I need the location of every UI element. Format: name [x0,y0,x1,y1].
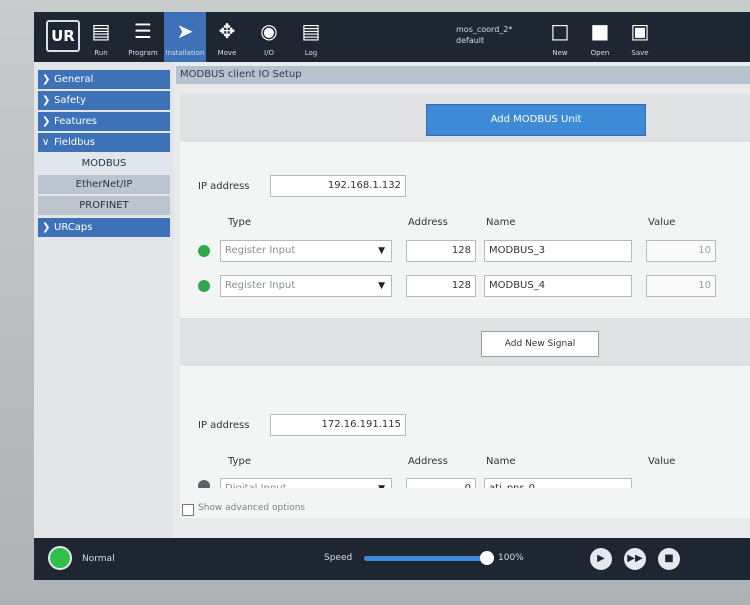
signal-status-indicator [198,480,210,488]
dropdown-arrow-icon: ▼ [378,479,385,488]
program-info: mos_coord_2* default [456,24,512,46]
signal-status-indicator [198,245,210,257]
play-icon: ▶ [597,553,605,564]
chevron-right-icon: ❯ [42,222,51,233]
type-header: Type [228,456,251,467]
sidebar-sub-ethernet-ip[interactable]: EtherNet/IP [38,175,170,194]
sidebar-sub-profinet[interactable]: PROFINET [38,196,170,215]
step-button[interactable]: ▶▶ [624,548,646,570]
signal-type-select[interactable]: Register Input ▼ [220,275,392,297]
log-icon: ▤ [301,19,321,43]
show-advanced-checkbox[interactable] [182,504,194,516]
teach-pendant-screen: UR ▤ Run ☰ Program ➤ Installation ✥ Move… [34,12,750,580]
type-header: Type [228,217,251,228]
sidebar-item-urcaps[interactable]: ❯ URCaps [38,218,170,237]
ip-address-label: IP address [198,420,250,431]
sidebar-sub-modbus[interactable]: MODBUS [38,154,170,173]
chevron-right-icon: ❯ [42,116,51,127]
ip-address-label: IP address [198,181,250,192]
add-signal-band [180,318,750,366]
signal-type-select[interactable]: Digital Input ▼ [220,478,392,488]
ip-address-field[interactable]: 172.16.191.115 [270,414,406,436]
chevron-right-icon: ❯ [42,95,51,106]
new-button[interactable]: □ New [542,12,578,62]
name-header: Name [486,217,516,228]
signal-row-clip: Digital Input ▼ 0 ati_pnr_0 [180,476,750,488]
add-new-signal-button[interactable]: Add New Signal [481,331,599,357]
io-icon: ◉ [260,19,278,43]
top-toolbar: UR ▤ Run ☰ Program ➤ Installation ✥ Move… [34,12,750,62]
tab-io[interactable]: ◉ I/O [248,12,290,62]
address-header: Address [408,456,448,467]
signal-status-indicator [198,280,210,292]
breadcrumb: MODBUS client IO Setup [176,66,750,84]
speed-value: 100% [498,553,524,563]
sidebar-item-fieldbus[interactable]: ∨ Fieldbus [38,133,170,152]
step-icon: ▶▶ [627,553,643,564]
open-button[interactable]: ■ Open [582,12,618,62]
signal-address-field[interactable]: 0 [406,478,476,488]
chevron-right-icon: ❯ [42,74,51,85]
value-header: Value [648,456,676,467]
modbus-panel [180,94,750,518]
tab-move[interactable]: ✥ Move [206,12,248,62]
stop-icon: ■ [664,553,674,564]
status-text: Normal [82,554,115,564]
tab-installation[interactable]: ➤ Installation [164,12,206,62]
new-file-icon: □ [550,19,570,43]
signal-name-field[interactable]: ati_pnr_0 [484,478,632,488]
signal-value-field: 10 [646,240,716,262]
name-header: Name [486,456,516,467]
speed-slider[interactable] [364,556,488,561]
value-header: Value [648,217,676,228]
save-icon: ▣ [630,19,650,43]
signal-address-field[interactable]: 128 [406,240,476,262]
sidebar-item-safety[interactable]: ❯ Safety [38,91,170,110]
status-footer: Normal Speed 100% ▶ ▶▶ ■ [34,538,750,580]
add-modbus-unit-button[interactable]: Add MODBUS Unit [426,104,646,136]
signal-type-select[interactable]: Register Input ▼ [220,240,392,262]
ip-address-field[interactable]: 192.168.1.132 [270,175,406,197]
program-icon: ☰ [134,19,152,43]
speed-label: Speed [324,553,353,563]
tab-log[interactable]: ▤ Log [290,12,332,62]
program-name: mos_coord_2* [456,25,513,34]
sidebar-item-general[interactable]: ❯ General [38,70,170,89]
signal-value-field: 10 [646,275,716,297]
move-icon: ✥ [218,19,236,43]
stop-button[interactable]: ■ [658,548,680,570]
installation-icon: ➤ [176,19,194,43]
robot-status-indicator[interactable] [48,546,72,570]
ur-logo: UR [46,20,80,52]
installation-name: default [456,36,485,45]
dropdown-arrow-icon: ▼ [378,281,385,291]
open-folder-icon: ■ [590,19,610,43]
show-advanced-label: Show advanced options [198,503,306,513]
signal-name-field[interactable]: MODBUS_3 [484,240,632,262]
run-icon: ▤ [91,19,111,43]
signal-name-field[interactable]: MODBUS_4 [484,275,632,297]
signal-address-field[interactable]: 128 [406,275,476,297]
tab-program[interactable]: ☰ Program [122,12,164,62]
sidebar-item-features[interactable]: ❯ Features [38,112,170,131]
address-header: Address [408,217,448,228]
tab-run[interactable]: ▤ Run [80,12,122,62]
chevron-down-icon: ∨ [42,137,50,148]
dropdown-arrow-icon: ▼ [378,246,385,256]
speed-slider-handle[interactable] [480,551,494,565]
play-button[interactable]: ▶ [590,548,612,570]
save-button[interactable]: ▣ Save [622,12,658,62]
